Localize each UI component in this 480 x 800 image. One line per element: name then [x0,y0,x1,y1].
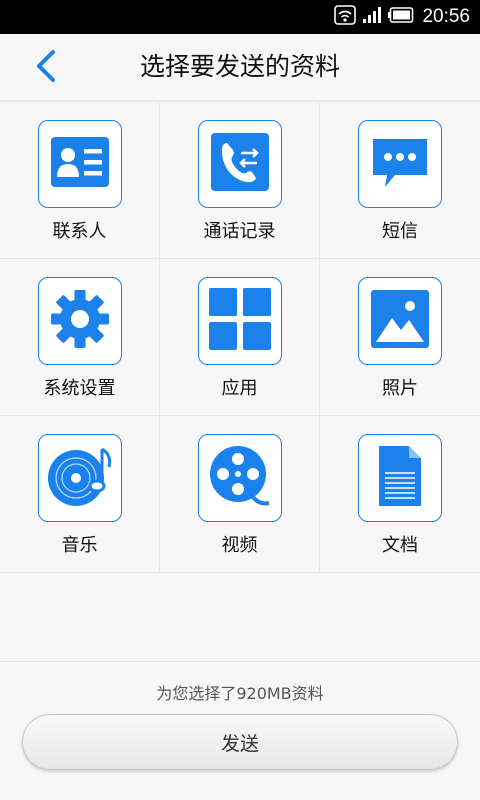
signal-icon [362,6,382,28]
category-tile [358,277,442,365]
status-bar: 20:56 [0,0,480,34]
back-button[interactable] [24,46,68,90]
apps-grid-icon [209,288,271,354]
film-reel-icon [209,445,271,511]
category-label: 短信 [382,221,418,242]
category-tile [198,434,282,522]
category-video[interactable]: 视频 [160,416,320,573]
category-tile [38,277,122,365]
footer-divider [0,661,480,662]
page-title: 选择要发送的资料 [139,52,340,81]
gear-icon [50,289,110,353]
photo-icon [371,290,429,352]
category-label: 照片 [382,378,418,399]
category-tile [198,120,282,208]
category-label: 通话记录 [203,221,276,242]
battery-icon [388,7,414,27]
send-button[interactable]: 发送 [22,714,458,770]
category-music[interactable]: 音乐 [0,416,160,573]
category-settings[interactable]: 系统设置 [0,259,160,416]
category-grid: 联系人 通话记录 短信 系统设置 应用 照片 音乐 视频 文档 [0,102,480,574]
contact-card-icon [51,133,109,195]
selection-summary: 为您选择了920MB资料 [156,684,324,703]
grid-row: 音乐 视频 文档 [0,416,480,573]
sms-icon [371,133,429,195]
status-icons: 20:56 [334,0,470,34]
category-call-log[interactable]: 通话记录 [160,102,320,259]
call-log-icon [211,133,269,195]
grid-row: 联系人 通话记录 短信 [0,102,480,259]
wifi-icon [334,5,357,29]
category-tile [38,434,122,522]
category-photos[interactable]: 照片 [320,259,480,416]
category-label: 应用 [221,378,258,399]
header: 选择要发送的资料 [0,34,480,100]
category-sms[interactable]: 短信 [320,102,480,259]
category-label: 联系人 [52,221,107,242]
category-tile [38,120,122,208]
category-documents[interactable]: 文档 [320,416,480,573]
category-tile [358,434,442,522]
category-label: 文档 [382,535,418,556]
category-apps[interactable]: 应用 [160,259,320,416]
grid-row: 系统设置 应用 照片 [0,259,480,416]
category-tile [198,277,282,365]
category-label: 系统设置 [43,378,116,399]
category-label: 音乐 [61,535,98,556]
document-icon [377,445,423,511]
category-tile [358,120,442,208]
music-disc-icon [46,445,114,511]
chevron-left-icon [34,49,58,87]
category-contacts[interactable]: 联系人 [0,102,160,259]
category-label: 视频 [221,535,258,556]
status-time: 20:56 [422,6,470,27]
